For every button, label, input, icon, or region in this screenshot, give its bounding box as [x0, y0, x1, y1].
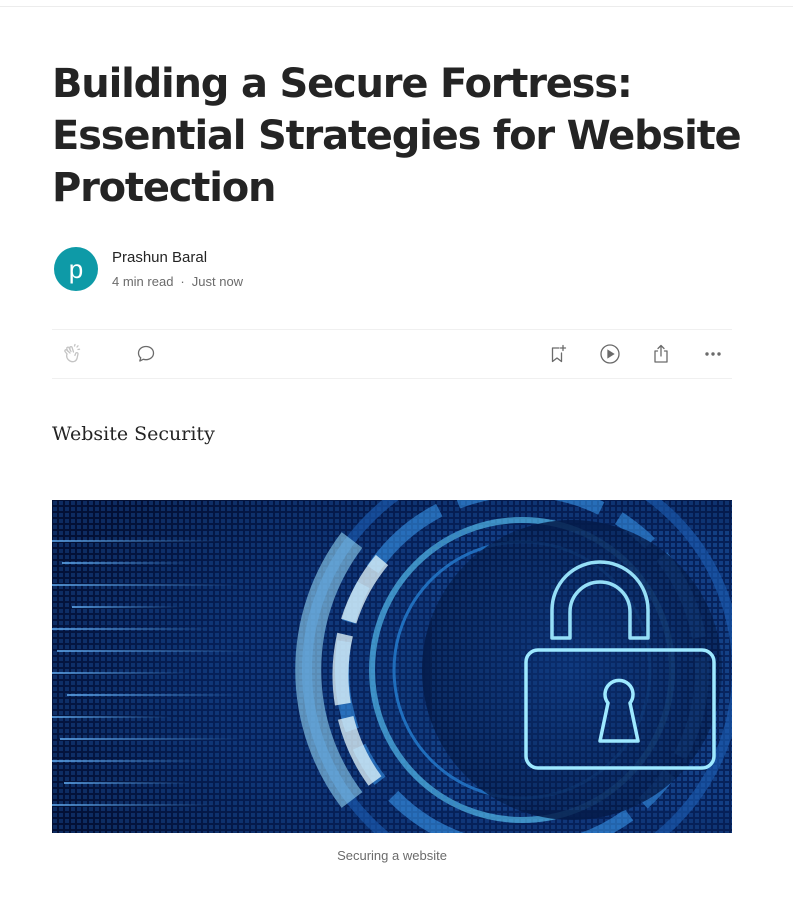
- article-subtitle: Website Security: [52, 423, 215, 445]
- more-icon[interactable]: [701, 342, 725, 366]
- padlock-icon: [52, 500, 732, 833]
- read-time: 4 min read: [112, 274, 174, 289]
- next-section-heading: [52, 913, 112, 920]
- bookmark-add-icon[interactable]: [546, 342, 570, 366]
- clap-icon[interactable]: [60, 342, 84, 366]
- top-divider: [0, 6, 793, 7]
- play-icon[interactable]: [598, 342, 622, 366]
- author-name[interactable]: Prashun Baral: [112, 249, 243, 266]
- article-title: Building a Secure Fortress: Essential St…: [52, 61, 742, 211]
- article-action-bar: [52, 329, 732, 379]
- author-block: p Prashun Baral 4 min read · Just now: [54, 247, 243, 291]
- comment-icon[interactable]: [134, 342, 158, 366]
- author-meta: Prashun Baral 4 min read · Just now: [112, 249, 243, 289]
- article-meta: 4 min read · Just now: [112, 274, 243, 289]
- hero-image: [52, 500, 732, 833]
- image-caption: Securing a website: [337, 848, 447, 863]
- publish-time: Just now: [191, 274, 244, 289]
- author-avatar[interactable]: p: [54, 247, 98, 291]
- share-icon[interactable]: [649, 342, 673, 366]
- meta-separator: ·: [180, 274, 185, 289]
